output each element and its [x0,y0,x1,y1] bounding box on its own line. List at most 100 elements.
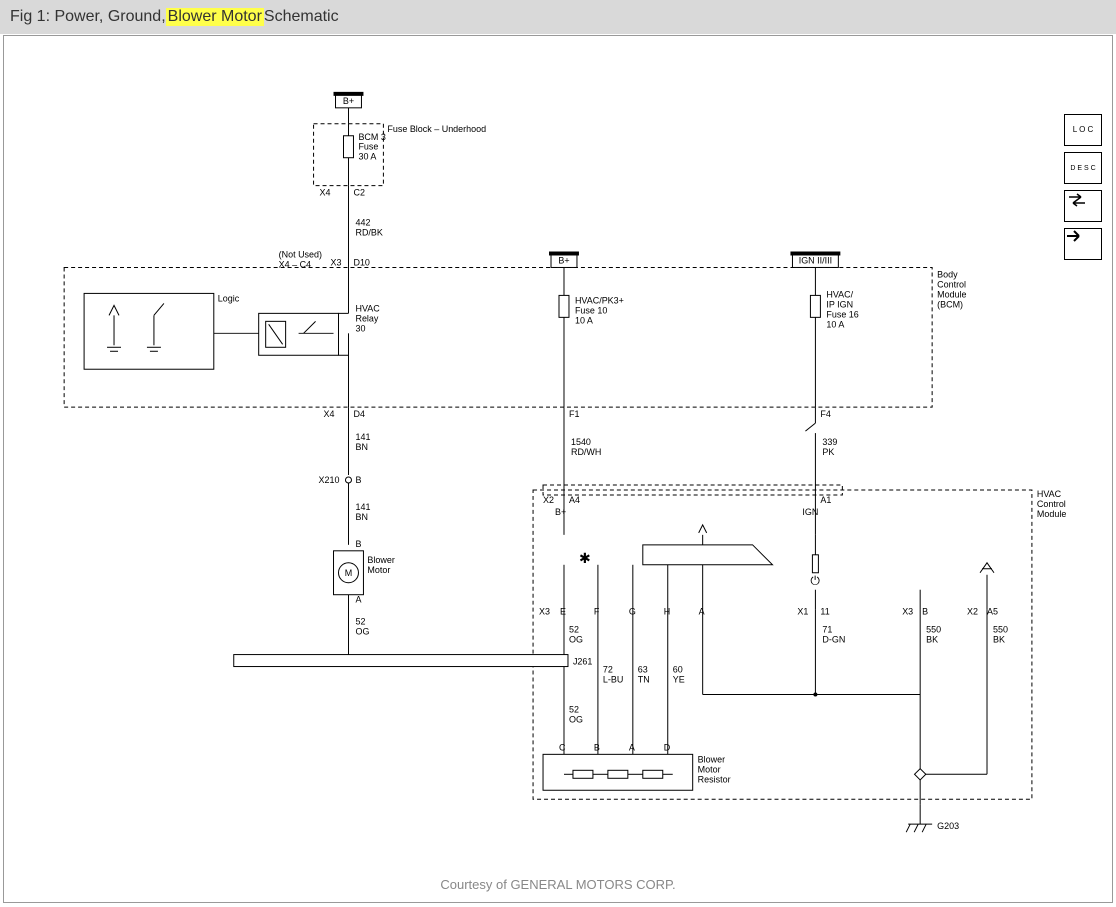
loc-label: L O C [1073,126,1094,134]
res-n1: Motor [698,764,721,774]
conn-x4a: X4 [320,188,331,198]
fuse2-1: Fuse 10 [575,305,607,315]
conn-f1: F1 [569,409,579,419]
hvac-bb: B [922,607,928,617]
toolbar: L O C D E S C [1064,114,1102,260]
fuse2-0: HVAC/PK3+ [575,295,624,305]
bcm-name-1: Control [937,279,966,289]
hvac-x3b: X3 [902,607,913,617]
wbk1-n: 550 [926,625,941,635]
ign-label: IGN II/III [799,255,832,265]
next-button[interactable] [1064,228,1102,260]
desc-label: D E S C [1070,165,1095,172]
w52b-c: OG [569,635,583,645]
w339-n: 339 [822,437,837,447]
hvac-a1: A1 [820,495,831,505]
swap-button[interactable] [1064,190,1102,222]
splice-b: B [355,475,361,485]
hvac-bplus: B+ [555,507,566,517]
res-n2: Resistor [698,774,731,784]
w52a-c: OG [355,627,369,637]
title-prefix: Fig 1: Power, Ground, [10,8,166,26]
res-b: B [594,742,600,752]
w1540-c: RD/WH [571,447,601,457]
w52a-n: 52 [355,617,365,627]
conn-d4: D4 [353,409,364,419]
res-c: C [559,742,566,752]
desc-button[interactable]: D E S C [1064,152,1102,184]
ground-lbl: G203 [937,821,959,831]
hvac-f: F [594,607,600,617]
w52c-c: OG [569,714,583,724]
hvac-h: H [664,607,670,617]
relay-0: HVAC [355,303,380,313]
w52c-n: 52 [569,704,579,714]
fuse3-0: HVAC/ [826,289,853,299]
fuse2-2: 10 A [575,315,593,325]
wf-n: 72 [603,665,613,675]
w141a-n: 141 [355,432,370,442]
hvac-switch-icon [643,545,773,565]
hvac-x2: X2 [543,495,554,505]
hvac-n2: Module [1037,509,1066,519]
page-root: Fig 1: Power, Ground, Blower Motor Schem… [0,0,1116,906]
credit-text: Courtesy of GENERAL MOTORS CORP. [4,877,1112,892]
w1540-n: 1540 [571,437,591,447]
j261-bar [234,655,568,667]
res-a: A [629,742,635,752]
blower-m: M [345,568,352,578]
wbk2-n: 550 [993,625,1008,635]
res-d: D [664,742,671,752]
conn-x3-top: X3 [331,257,342,267]
j261-lbl: J261 [573,657,592,667]
wh-n: 60 [673,665,683,675]
blower-a: A [355,595,361,605]
bcm-name-3: (BCM) [937,299,963,309]
wf-c: L-BU [603,675,623,685]
wg-n: 63 [638,665,648,675]
conn-d10: D10 [353,257,369,267]
logic-lbl: Logic [218,293,240,303]
schematic-canvas: B+ Fuse Block – Underhood BCM 3 Fuse 30 … [4,36,1112,902]
hvac-a5: A5 [987,607,998,617]
w339-c: PK [822,447,834,457]
hvac-x2b: X2 [967,607,978,617]
hvac-11: 11 [820,607,829,617]
wdg-n: 71 [822,625,832,635]
title-highlight: Blower Motor [166,8,264,26]
hvac-e: E [560,607,566,617]
res-n0: Blower [698,754,725,764]
hvac-a: A [699,607,705,617]
hvac-ign: IGN [802,507,818,517]
relay-2: 30 [355,323,365,333]
notused-x: X4 – C4 [279,259,311,269]
wg-c: TN [638,675,650,685]
fan-icon: ✱ [579,550,591,566]
w141b-n: 141 [355,502,370,512]
hvac-box [533,490,1032,799]
title-bar: Fig 1: Power, Ground, Blower Motor Schem… [0,0,1116,34]
arrow-right-icon [1065,229,1101,259]
relay-1: Relay [355,313,378,323]
bcm-name-2: Module [937,289,966,299]
fuse-bcm3-1: Fuse [358,142,378,152]
notused-lbl: (Not Used) [279,249,322,259]
hvac-n0: HVAC [1037,489,1062,499]
conn-x4b: X4 [324,409,335,419]
conn-c2: C2 [353,188,364,198]
blower-n0: Blower [367,555,394,565]
hvac-a4: A4 [569,495,580,505]
fuse3-3: 10 A [826,319,844,329]
bplus-label-1: B+ [343,96,354,106]
schematic-viewport[interactable]: B+ Fuse Block – Underhood BCM 3 Fuse 30 … [3,35,1113,903]
conn-f4: F4 [820,409,830,419]
hvac-n1: Control [1037,499,1066,509]
logic-box [84,293,214,369]
fuse3-1: IP IGN [826,299,853,309]
splice-x210: X210 [319,475,340,485]
hvac-x1: X1 [797,607,808,617]
wbk1-c: BK [926,635,938,645]
loc-button[interactable]: L O C [1064,114,1102,146]
blower-b: B [355,539,361,549]
power-icon: ⏻ [810,574,820,588]
